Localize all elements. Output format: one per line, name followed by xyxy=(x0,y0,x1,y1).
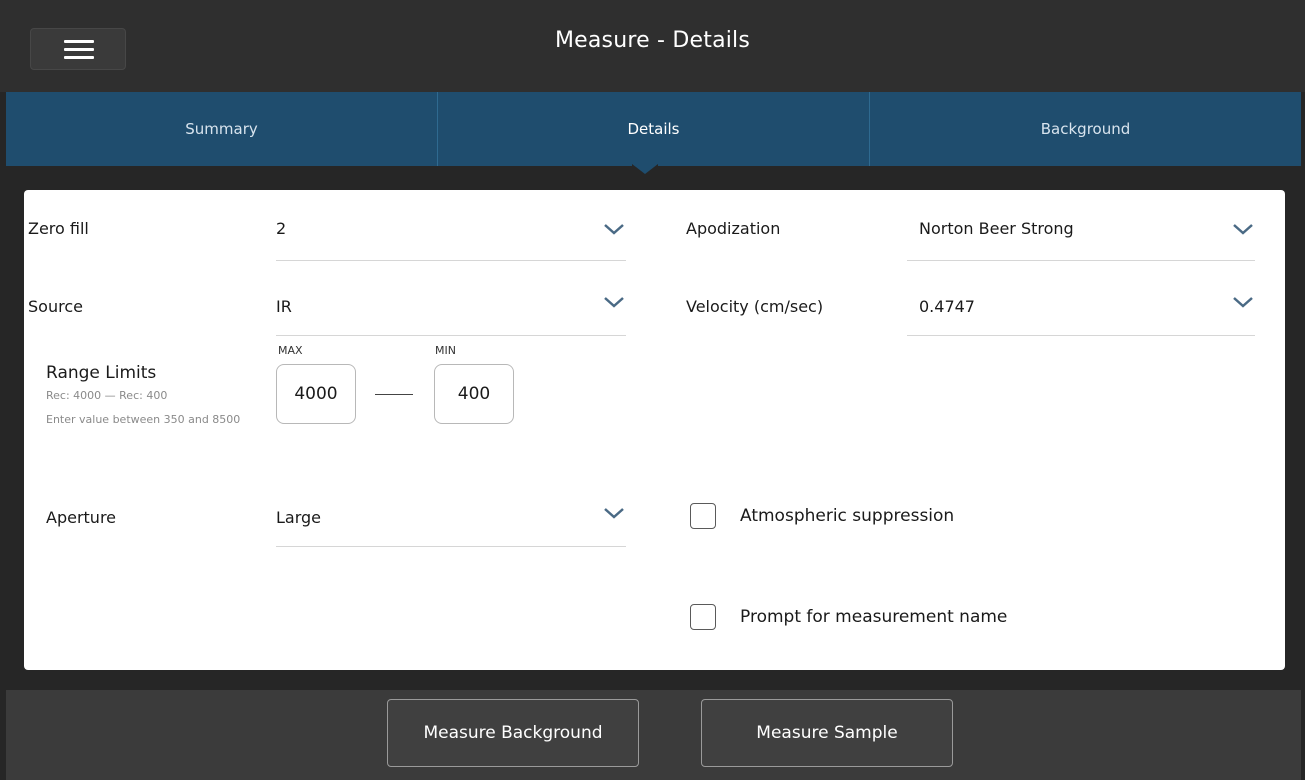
prompt-measurement-name-checkbox[interactable] xyxy=(690,604,716,630)
max-label: MAX xyxy=(278,344,303,357)
range-limits-recommendation: Rec: 4000 — Rec: 400 xyxy=(46,389,168,402)
chevron-down-icon xyxy=(604,224,624,235)
tab-summary[interactable]: Summary xyxy=(6,92,437,166)
hamburger-menu-icon xyxy=(64,56,94,59)
prompt-measurement-name-label: Prompt for measurement name xyxy=(740,607,1008,627)
zero-fill-select[interactable]: 2 xyxy=(276,209,626,261)
range-max-input[interactable]: 4000 xyxy=(276,364,356,424)
range-limits-label: Range Limits xyxy=(46,363,157,383)
aperture-value: Large xyxy=(276,508,322,527)
atmospheric-suppression-checkbox[interactable] xyxy=(690,503,716,529)
measure-background-button[interactable]: Measure Background xyxy=(387,699,639,767)
active-tab-indicator xyxy=(632,164,658,176)
source-label: Source xyxy=(28,297,83,316)
atmospheric-suppression-label: Atmospheric suppression xyxy=(740,506,955,526)
aperture-select[interactable]: Large xyxy=(276,495,626,547)
range-limits-hint: Enter value between 350 and 8500 xyxy=(46,413,241,426)
min-label: MIN xyxy=(435,344,456,357)
apodization-select[interactable]: Norton Beer Strong xyxy=(907,209,1255,261)
range-min-input[interactable]: 400 xyxy=(434,364,514,424)
title-bar: Measure - Details xyxy=(0,0,1305,92)
page-title: Measure - Details xyxy=(554,28,751,53)
apodization-label: Apodization xyxy=(686,219,781,238)
tab-bar: Summary Details Background xyxy=(6,92,1301,166)
velocity-select[interactable]: 0.4747 xyxy=(907,284,1255,336)
zero-fill-value: 2 xyxy=(276,219,287,238)
chevron-down-icon xyxy=(604,508,624,519)
chevron-down-icon xyxy=(1233,224,1253,235)
velocity-label: Velocity (cm/sec) xyxy=(686,297,824,316)
chevron-down-icon xyxy=(1233,297,1253,308)
details-panel: Zero fill 2 Apodization Norton Beer Stro… xyxy=(24,190,1285,670)
measure-sample-button[interactable]: Measure Sample xyxy=(701,699,953,767)
chevron-down-icon xyxy=(604,297,624,308)
tab-details[interactable]: Details xyxy=(437,92,869,166)
tab-background[interactable]: Background xyxy=(869,92,1301,166)
zero-fill-label: Zero fill xyxy=(28,219,89,238)
apodization-value: Norton Beer Strong xyxy=(919,219,1074,238)
source-select[interactable]: IR xyxy=(276,284,626,336)
range-separator xyxy=(375,394,413,395)
aperture-label: Aperture xyxy=(46,508,117,527)
velocity-value: 0.4747 xyxy=(919,297,975,316)
source-value: IR xyxy=(276,297,292,316)
footer-bar: Measure Background Measure Sample xyxy=(6,690,1301,780)
